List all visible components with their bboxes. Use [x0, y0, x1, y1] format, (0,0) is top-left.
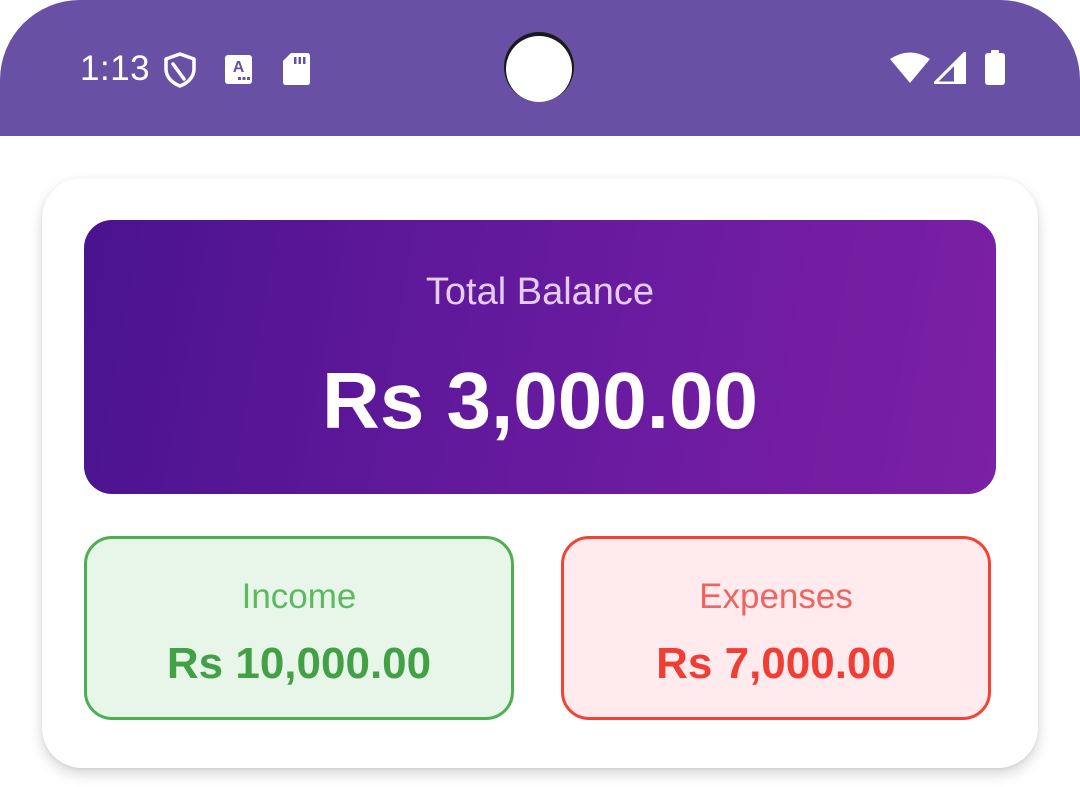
expenses-amount: Rs 7,000.00: [656, 639, 896, 688]
expenses-box: Expenses Rs 7,000.00: [561, 536, 991, 720]
income-amount: Rs 10,000.00: [166, 639, 432, 688]
total-balance-panel: Total Balance Rs 3,000.00: [84, 220, 996, 494]
summary-card: Total Balance Rs 3,000.00 Income Rs 10,0…: [42, 178, 1038, 768]
wifi-icon: [890, 52, 930, 83]
front-camera-cutout: [506, 36, 572, 102]
status-bar: 1:13 A: [0, 0, 1080, 136]
income-label: Income: [241, 577, 357, 616]
cellular-signal-icon: [934, 52, 966, 84]
total-balance-label: Total Balance: [425, 271, 655, 313]
status-time: 1:13: [80, 49, 151, 88]
sd-card-icon: [283, 53, 310, 85]
keyboard-a-icon: A: [225, 55, 252, 84]
expenses-label: Expenses: [699, 577, 853, 616]
svg-text:A: A: [233, 59, 245, 76]
shield-icon: [164, 52, 196, 88]
battery-icon: [985, 50, 1005, 85]
income-box: Income Rs 10,000.00: [84, 536, 514, 720]
total-balance-amount: Rs 3,000.00: [322, 356, 758, 445]
